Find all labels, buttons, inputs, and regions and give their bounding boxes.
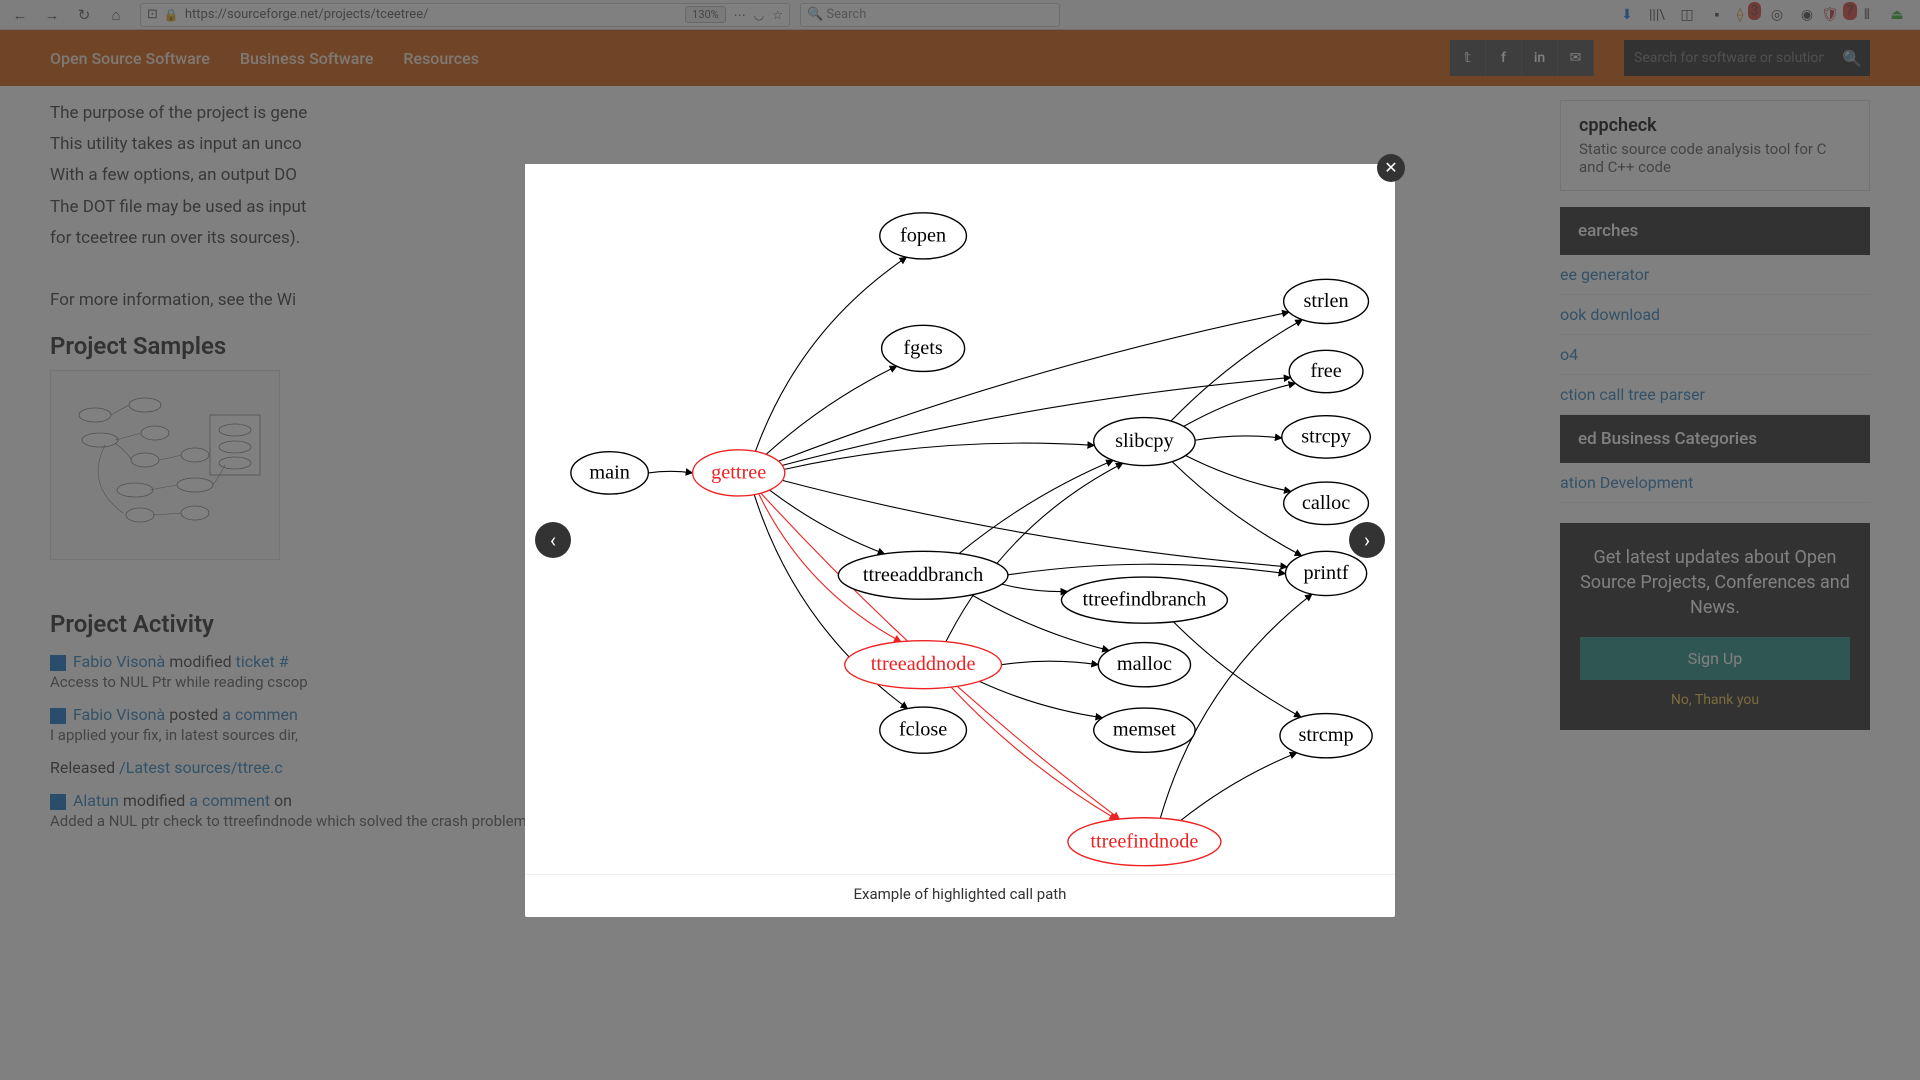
- svg-text:fopen: fopen: [900, 224, 946, 246]
- lightbox-caption: Example of highlighted call path: [525, 874, 1395, 903]
- next-button[interactable]: ›: [1349, 522, 1385, 558]
- svg-text:strcpy: strcpy: [1301, 425, 1351, 447]
- prev-button[interactable]: ‹: [535, 522, 571, 558]
- svg-text:main: main: [589, 461, 630, 483]
- svg-text:printf: printf: [1304, 561, 1349, 583]
- svg-text:ttreefindnode: ttreefindnode: [1090, 830, 1198, 852]
- svg-text:strcmp: strcmp: [1298, 724, 1353, 746]
- lightbox: ✕ ‹ › maingettreefopenfgetsttreeaddbranc…: [525, 164, 1395, 917]
- svg-text:fgets: fgets: [903, 336, 943, 358]
- svg-text:slibcpy: slibcpy: [1115, 430, 1174, 452]
- svg-text:gettree: gettree: [711, 461, 766, 483]
- lightbox-overlay[interactable]: ✕ ‹ › main gettree fopen fgets ttreeaddbranc…: [0, 0, 1920, 1080]
- sample-image: main gettree fopen fgets ttreeaddbranch ttree…: [525, 164, 1395, 874]
- svg-text:calloc: calloc: [1302, 491, 1350, 513]
- svg-text:strlen: strlen: [1304, 289, 1349, 311]
- svg-text:malloc: malloc: [1117, 653, 1172, 675]
- svg-text:memset: memset: [1113, 718, 1176, 740]
- svg-text:fclose: fclose: [899, 718, 947, 740]
- svg-text:ttreeaddnode: ttreeaddnode: [871, 653, 976, 675]
- close-button[interactable]: ✕: [1377, 154, 1405, 182]
- svg-text:ttreeaddbranch: ttreeaddbranch: [863, 563, 983, 585]
- svg-text:ttreefindbranch: ttreefindbranch: [1083, 588, 1207, 610]
- svg-text:free: free: [1310, 360, 1342, 382]
